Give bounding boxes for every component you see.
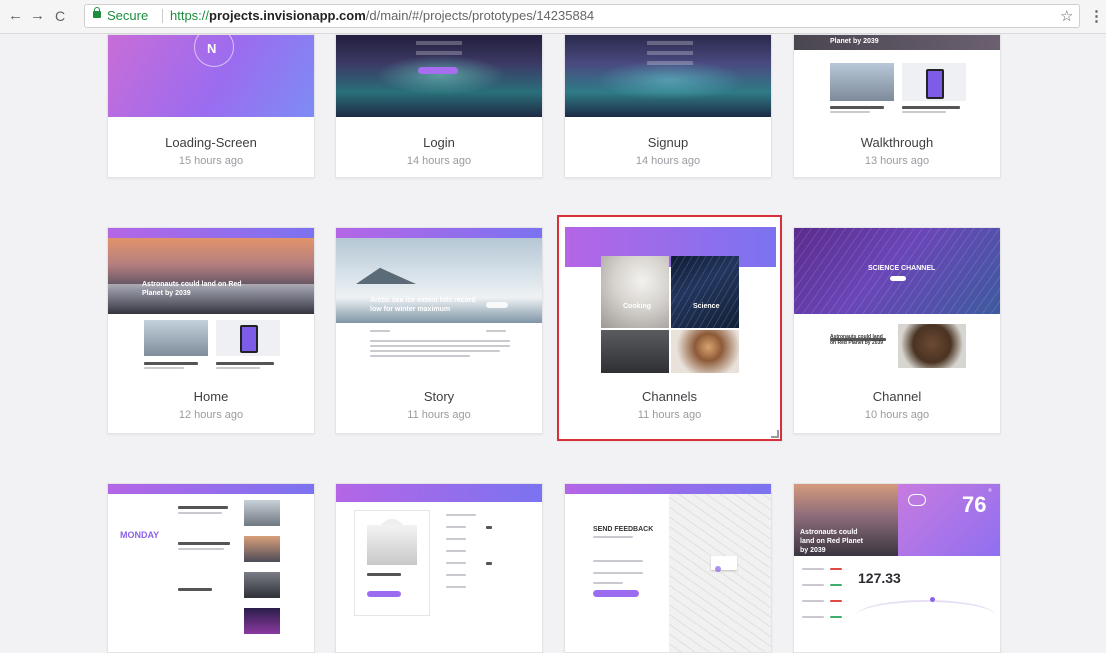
screen-thumbnail — [336, 484, 542, 652]
phone-photo — [902, 63, 966, 101]
trend-curve — [856, 600, 996, 632]
screen-timestamp: 13 hours ago — [864, 155, 930, 167]
screen-thumbnail: MONDAY — [108, 484, 314, 652]
screen-timestamp: 14 hours ago — [406, 155, 472, 167]
science-tile: Science — [671, 256, 739, 328]
tile — [601, 330, 669, 373]
screen-name: Channel — [872, 389, 922, 404]
screen-card-profile[interactable] — [335, 483, 543, 653]
channels-cooking-label: Cooking — [623, 303, 651, 310]
aurora-glow — [376, 55, 506, 95]
channel-caption: Astronauts could land on Red Planet by 2… — [830, 334, 884, 346]
screen-thumbnail — [336, 35, 542, 117]
screen-card-feedback[interactable]: SEND FEEDBACK — [564, 483, 772, 653]
screen-card-story[interactable]: Arctic sea ice extent hits record low fo… — [335, 227, 543, 434]
bookmark-star-icon[interactable]: ☆ — [1060, 7, 1073, 25]
screen-thumbnail — [565, 35, 771, 117]
channels-science-label: Science — [693, 303, 720, 310]
screen-timestamp: 10 hours ago — [864, 409, 930, 421]
reload-button[interactable]: C — [55, 8, 65, 24]
browser-toolbar: ← → C Secure https://projects.invisionap… — [0, 0, 1106, 34]
phone-photo — [216, 320, 280, 356]
hero-image: Arctic sea ice extent hits record low fo… — [336, 238, 542, 323]
weather-degree: ° — [988, 488, 992, 499]
weather-headline: Astronauts could land on Red Planet by 2… — [800, 529, 864, 554]
url-path: /d/main/#/projects/prototypes/14235884 — [365, 8, 595, 23]
screen-name: Loading-Screen — [165, 135, 257, 150]
tile — [671, 330, 739, 373]
dashboard-value: 127.33 — [858, 570, 901, 586]
screen-thumbnail: Planet by 2039 — [794, 35, 1000, 117]
screen-name: Login — [423, 135, 455, 150]
weather-temp: 76 — [962, 492, 987, 517]
weather-panel: 76 ° — [898, 484, 1000, 556]
screen-card-signup[interactable]: Signup 14 hours ago — [564, 34, 772, 178]
screen-card-channels[interactable]: Cooking Science Channels 11 hours ago — [557, 215, 782, 441]
screen-card-channel[interactable]: SCIENCE CHANNEL Astronauts could land on… — [793, 227, 1001, 434]
divider — [162, 9, 163, 23]
bear-photo — [898, 324, 966, 368]
screen-card-dashboard[interactable]: Astronauts could land on Red Planet by 2… — [793, 483, 1001, 653]
lock-icon — [93, 7, 101, 18]
browser-menu-icon[interactable]: ⋮ — [1089, 7, 1104, 25]
screen-timestamp: 12 hours ago — [178, 409, 244, 421]
map-image — [669, 494, 771, 652]
screen-timestamp: 11 hours ago — [637, 409, 702, 421]
screen-thumbnail: SEND FEEDBACK — [565, 484, 771, 652]
screen-card-walkthrough[interactable]: Planet by 2039 Walkthrough 13 hours ago — [793, 34, 1001, 178]
photo — [830, 63, 894, 101]
input-line — [647, 51, 693, 55]
secure-label: Secure — [107, 8, 149, 23]
input-line — [416, 41, 462, 45]
input-line — [647, 41, 693, 45]
app-header — [108, 484, 314, 494]
back-button[interactable]: ← — [8, 8, 23, 24]
app-header — [336, 484, 542, 502]
home-headline: Astronauts could land on Red Planet by 2… — [142, 281, 242, 297]
logo-letter: N — [207, 41, 217, 56]
login-pill-button — [418, 67, 458, 74]
screen-timestamp: 11 hours ago — [407, 409, 471, 421]
input-line — [647, 61, 693, 65]
screen-name: Channels — [642, 389, 697, 404]
screen-name: Signup — [647, 135, 689, 150]
hero-image: Astronauts could land on Red Planet by 2… — [108, 238, 314, 314]
input-line — [416, 51, 462, 55]
url-text[interactable]: https://projects.invisionapp.com/d/main/… — [170, 5, 594, 27]
forward-button[interactable]: → — [30, 8, 45, 24]
walkthrough-headline: Planet by 2039 — [830, 38, 879, 45]
feedback-title: SEND FEEDBACK — [593, 526, 654, 533]
resize-handle-icon[interactable] — [771, 430, 779, 438]
channel-title: SCIENCE CHANNEL — [868, 265, 936, 272]
hero-strip: Planet by 2039 — [794, 35, 1000, 50]
screen-thumbnail: N — [108, 35, 314, 117]
screen-card-loading-screen[interactable]: N Loading-Screen 15 hours ago — [107, 34, 315, 178]
address-bar[interactable]: Secure https://projects.invisionapp.com/… — [84, 4, 1080, 28]
screen-card-login[interactable]: Login 14 hours ago — [335, 34, 543, 178]
app-header — [108, 228, 314, 238]
cooking-tile: Cooking — [601, 256, 669, 328]
screen-card-home[interactable]: Astronauts could land on Red Planet by 2… — [107, 227, 315, 434]
screen-thumbnail: Arctic sea ice extent hits record low fo… — [336, 228, 542, 373]
screen-name: Story — [423, 389, 455, 404]
hero-image: SCIENCE CHANNEL — [794, 228, 1000, 314]
url-host: projects.invisionapp.com — [209, 8, 366, 23]
url-protocol: https:// — [170, 8, 210, 23]
screen-thumbnail: Cooking Science — [565, 227, 776, 373]
screen-thumbnail: Astronauts could land on Red Planet by 2… — [794, 484, 1000, 652]
screen-name: Home — [193, 389, 229, 404]
monday-label: MONDAY — [120, 530, 160, 540]
photo — [144, 320, 208, 356]
app-header — [565, 484, 771, 494]
aurora-glow — [595, 60, 745, 100]
screen-timestamp: 14 hours ago — [635, 155, 701, 167]
screen-timestamp: 15 hours ago — [178, 155, 244, 167]
screen-thumbnail: Astronauts could land on Red Planet by 2… — [108, 228, 314, 373]
screen-card-schedule[interactable]: MONDAY — [107, 483, 315, 653]
screen-thumbnail: SCIENCE CHANNEL Astronauts could land on… — [794, 228, 1000, 373]
story-headline: Arctic sea ice extent hits record low fo… — [370, 297, 476, 313]
screen-name: Walkthrough — [860, 135, 934, 150]
app-header — [336, 228, 542, 238]
